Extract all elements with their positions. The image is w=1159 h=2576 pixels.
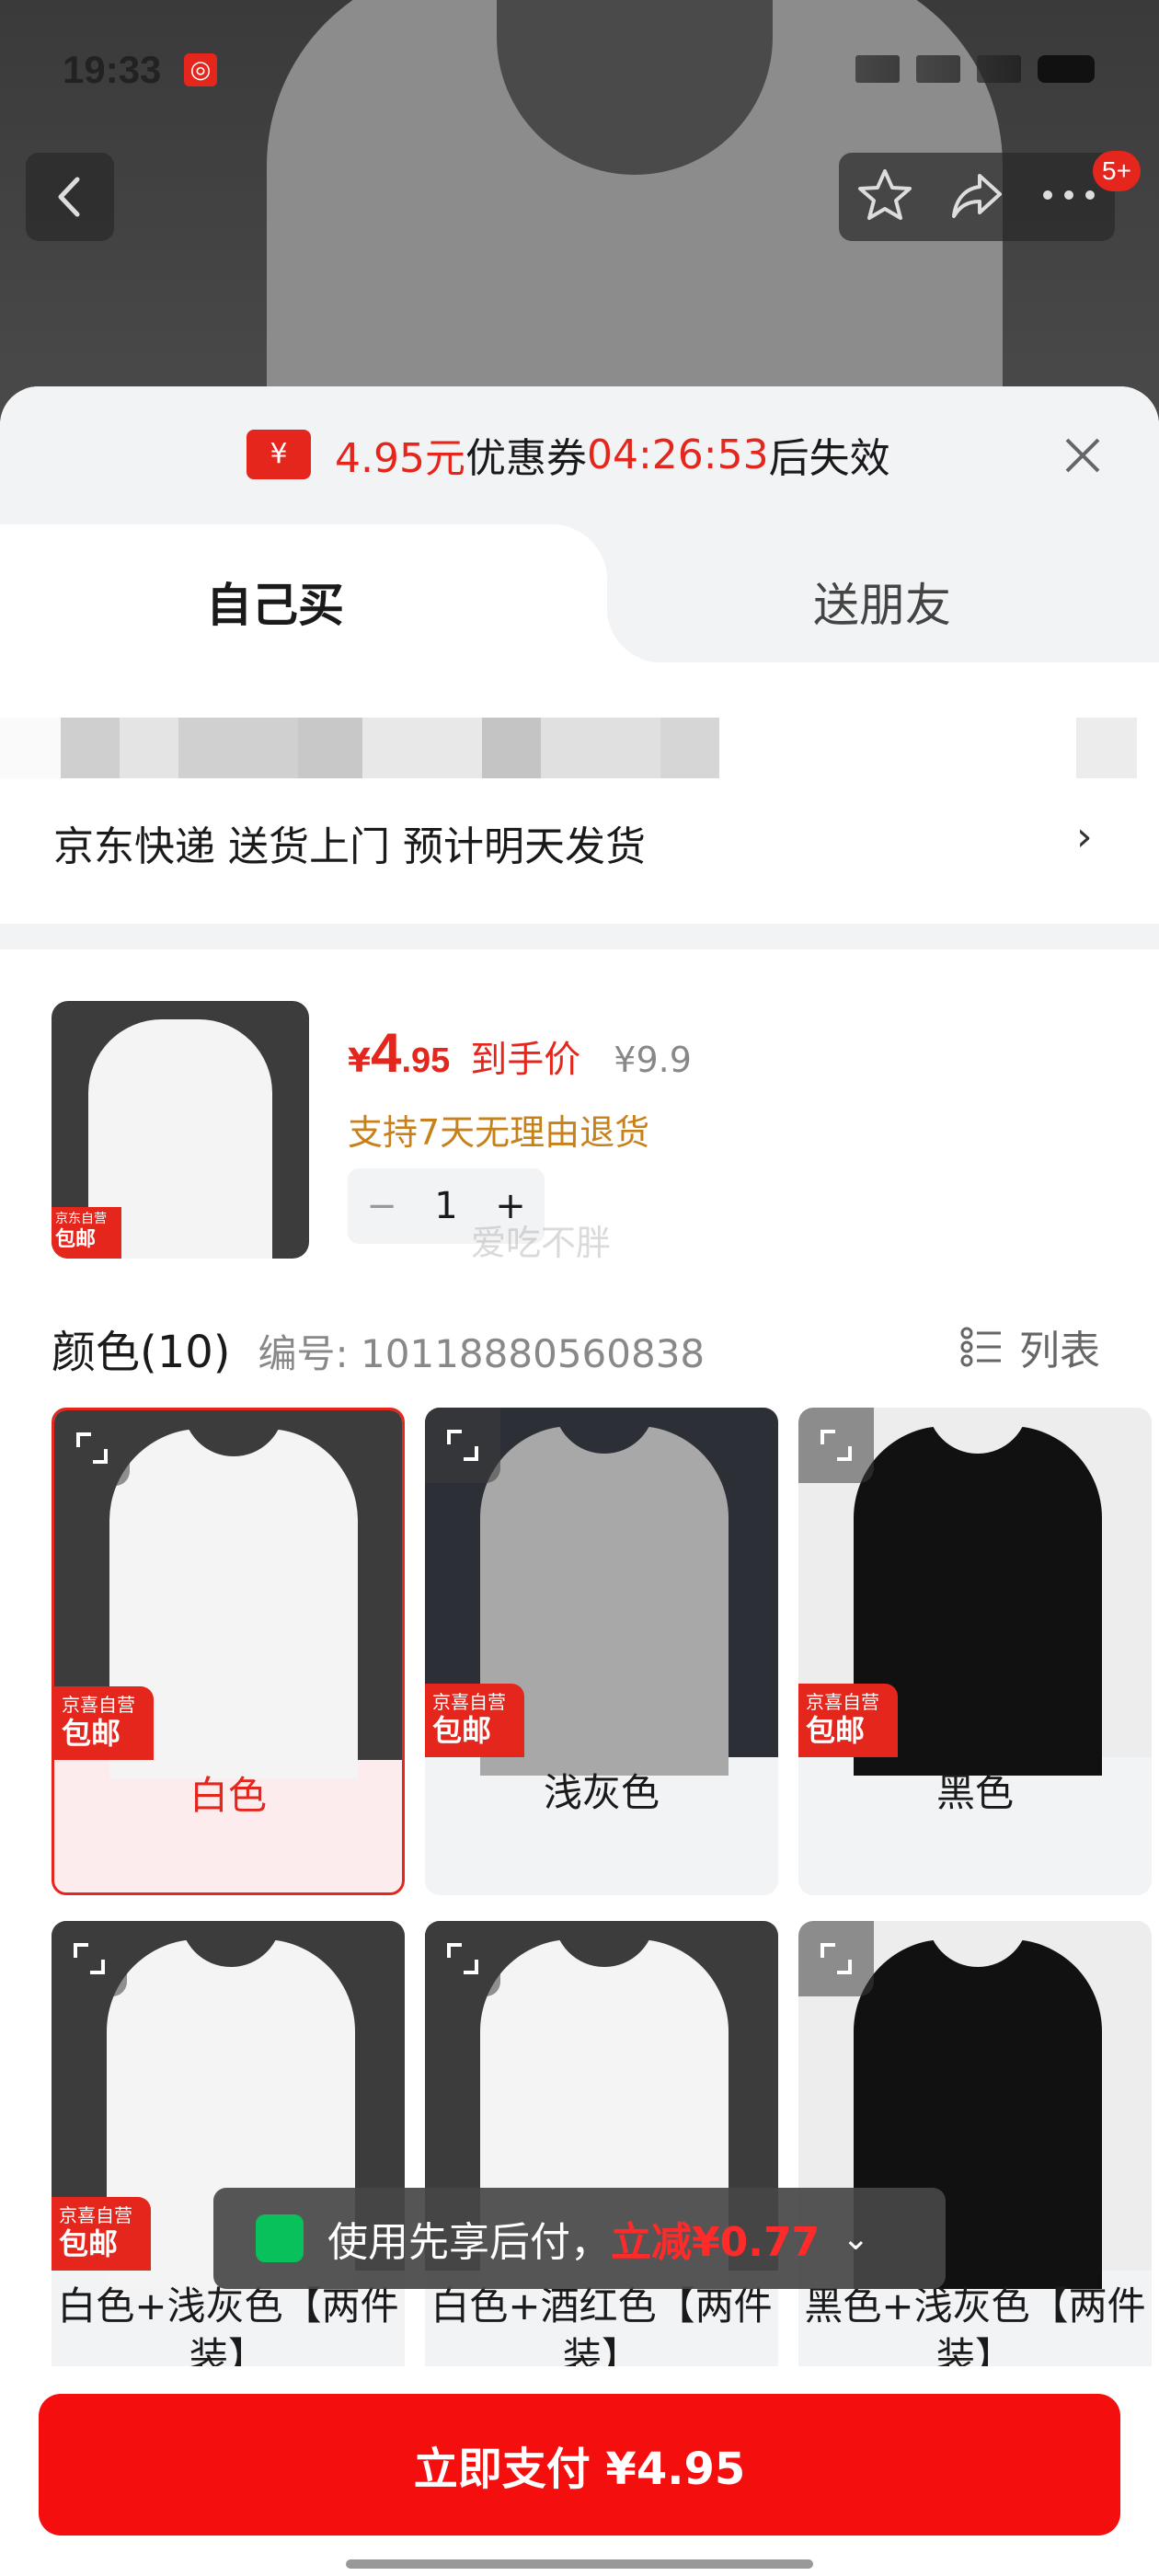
status-time: 19:33 [63,48,162,91]
coupon-countdown: 04:26:53 [586,431,769,478]
return-policy: 支持7天无理由退货 [348,1112,650,1153]
price-int: 4 [371,1022,402,1084]
coupon-suffix: 后失效 [768,435,890,482]
pay-button[interactable]: 立即支付 ¥4.95 [39,2394,1120,2536]
color-grid: 京喜自营 包邮 白色 京喜自营 包邮 浅灰色 京喜自营 包邮 黑色 京喜自营 包邮 白色+浅灰色【两件… [52,1408,1159,2512]
star-icon [858,169,912,220]
bottom-bar: 立即支付 ¥4.95 [0,2366,1159,2576]
badge-top-text: 京喜自营 [59,2204,132,2226]
share-button[interactable] [948,167,1005,227]
chevron-right-icon[interactable]: › [1076,813,1093,860]
color-title: 颜色(10) [52,1327,231,1378]
favorite-button[interactable] [856,167,913,227]
badge-bottom-text: 包邮 [432,1713,492,1748]
price-tag: 到手价 [470,1039,581,1081]
chevron-down-icon[interactable]: ⌄ [842,2220,869,2258]
badge-top-text: 京喜自营 [62,1694,135,1716]
jd-badge: 京东自营 包邮 [52,1207,121,1259]
expand-icon[interactable] [425,1921,500,1996]
tab-friend-label[interactable]: 送朋友 [813,569,951,635]
expand-icon[interactable] [52,1921,127,1996]
color-option-card[interactable]: 京喜自营 包邮 白色+浅灰色【两件装】 [52,1921,405,2409]
color-option-label: 浅灰色 [543,1770,660,1815]
expand-icon[interactable] [425,1408,500,1483]
back-button[interactable] [26,153,114,241]
watermark: 爱吃不胖 [471,1223,612,1263]
purchase-tabs: 自己买 送朋友 [0,524,1159,662]
price-line: ¥ 4 .95 到手价 ¥9.9 [348,1021,692,1085]
coupon-amount: 4.95元 [335,435,465,482]
tab-self-label[interactable]: 自己买 [206,569,344,635]
coupon-icon: ¥ [247,430,311,479]
color-option-image: 京喜自营 包邮 [425,1408,778,1776]
product-code: 编号: 10118880560838 [258,1331,706,1376]
jd-badge: 京喜自营 包邮 [54,1686,154,1760]
color-option-label: 黑色 [935,1770,1014,1815]
price-symbol: ¥ [348,1042,372,1080]
expand-icon[interactable] [798,1921,874,1996]
pay-later-toast[interactable]: 使用先享后付， 立减¥0.77 ⌄ [213,2188,946,2289]
coupon-label: 优惠券 [465,435,587,482]
jd-badge: 京喜自营 包邮 [798,1684,898,1757]
more-button[interactable] [1040,186,1097,208]
badge-bottom-text: 包邮 [62,1716,121,1751]
notification-badge: 5+ [1093,151,1141,191]
coupon-line: ¥ 4.95元 优惠券 04:26:53 后失效 [247,425,890,484]
header-actions [839,153,1115,241]
badge-top-text: 京喜自营 [432,1691,506,1713]
toast-text: 使用先享后付， [327,2219,611,2266]
color-option-image: 京喜自营 包邮 [798,1408,1152,1776]
color-option-card[interactable]: 白色+酒红色【两件装】 [425,1921,778,2409]
netease-music-icon: ◎ [184,53,217,86]
expand-icon[interactable] [54,1410,130,1486]
shopping-bag-icon [256,2214,304,2262]
jd-badge: 京喜自营 包邮 [425,1684,524,1757]
chevron-left-icon [58,177,80,217]
badge-bottom-text: 包邮 [59,2226,119,2261]
wifi-icon [977,55,1021,83]
share-icon [952,174,1002,218]
coupon-bar: ¥ 4.95元 优惠券 04:26:53 后失效 [0,386,1159,534]
quantity-value[interactable]: 1 [434,1185,457,1227]
color-option-card[interactable]: 黑色+浅灰色【两件装】 [798,1921,1152,2409]
section-divider [0,924,1159,949]
home-indicator[interactable] [346,2559,813,2569]
minus-button[interactable]: − [366,1185,397,1227]
jd-badge: 京喜自营 包邮 [52,2197,151,2271]
more-icon [1043,190,1095,200]
shipping-info[interactable]: 京东快递 送货上门 预计明天发货 [53,813,646,872]
list-label: 列表 [1019,1328,1100,1374]
signal-icon [855,55,900,83]
blurred-address [0,718,1159,778]
color-option-card[interactable]: 京喜自营 包邮 黑色 [798,1408,1152,1895]
expand-icon[interactable] [798,1408,874,1483]
color-option-card[interactable]: 京喜自营 包邮 白色 [52,1408,405,1895]
original-price: ¥9.9 [614,1040,692,1080]
battery-icon [1038,55,1095,83]
status-indicators [855,55,1095,83]
close-icon[interactable] [1060,432,1106,478]
product-thumbnail[interactable]: 京东自营 包邮 [52,1001,309,1259]
color-header: 颜色(10) 编号: 10118880560838 [52,1316,705,1380]
toast-highlight: 立减¥0.77 [611,2219,820,2266]
badge-bottom-text: 包邮 [806,1713,866,1748]
list-icon [960,1327,1001,1367]
color-option-label: 白色 [189,1773,267,1818]
signal-icon [916,55,960,83]
badge-top-text: 京喜自营 [806,1691,879,1713]
list-view-toggle[interactable]: 列表 [960,1317,1100,1376]
color-option-image: 京喜自营 包邮 [54,1410,402,1778]
price-dec: .95 [401,1041,451,1080]
color-option-card[interactable]: 京喜自营 包邮 浅灰色 [425,1408,778,1895]
